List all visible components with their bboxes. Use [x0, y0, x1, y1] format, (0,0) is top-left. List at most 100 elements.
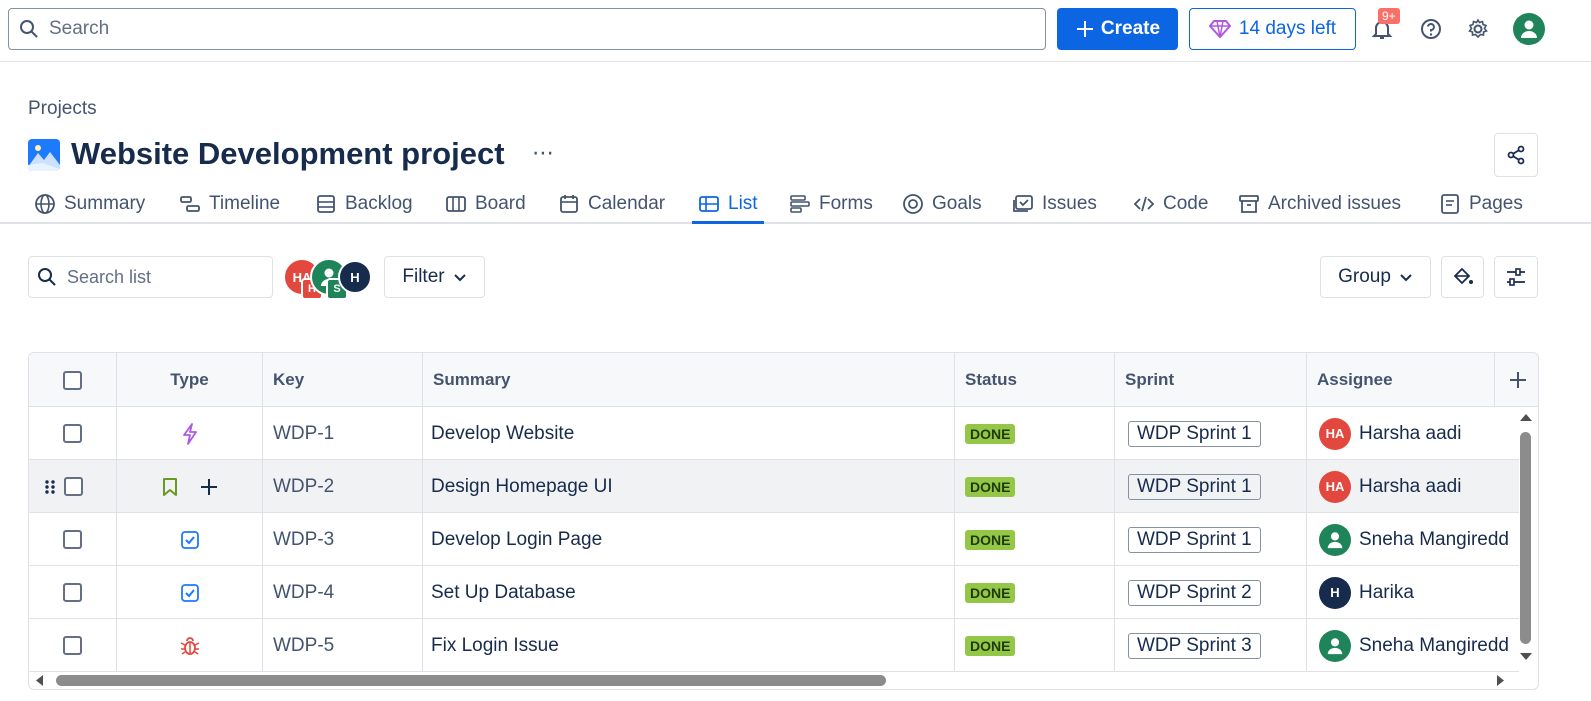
row-checkbox[interactable]: [63, 530, 82, 549]
forms-icon: [790, 195, 810, 213]
breadcrumb-projects[interactable]: Projects: [28, 98, 97, 120]
row-checkbox[interactable]: [63, 636, 82, 655]
summary-cell[interactable]: Set Up Database: [423, 566, 955, 619]
project-avatar: [28, 139, 60, 171]
create-button[interactable]: Create: [1057, 8, 1178, 50]
key-cell[interactable]: WDP-3: [263, 513, 423, 566]
tab-list-label: List: [728, 193, 758, 214]
status-badge[interactable]: DONE: [965, 582, 1016, 603]
project-tabs: Summary Timeline Backlog Board Calendar …: [0, 186, 1591, 224]
sprint-cell: WDP Sprint 1: [1115, 407, 1307, 460]
tab-forms[interactable]: Forms: [789, 186, 873, 222]
column-header-status[interactable]: Status: [955, 353, 1115, 407]
tab-calendar[interactable]: Calendar: [558, 186, 665, 222]
tab-issues-label: Issues: [1042, 193, 1097, 214]
horizontal-scrollbar[interactable]: [28, 670, 1518, 690]
tab-issues[interactable]: Issues: [1012, 186, 1097, 222]
tab-goals[interactable]: Goals: [902, 186, 982, 222]
more-actions-button[interactable]: ⋯: [532, 140, 555, 166]
column-header-summary[interactable]: Summary: [423, 353, 955, 407]
column-header-assignee[interactable]: Assignee: [1307, 353, 1495, 407]
tab-timeline[interactable]: Timeline: [179, 186, 280, 222]
assignee-cell[interactable]: Sneha Mangiredd: [1307, 513, 1519, 566]
board-icon: [446, 196, 466, 212]
task-icon: [180, 583, 199, 602]
group-button[interactable]: Group: [1320, 256, 1431, 298]
status-badge[interactable]: DONE: [965, 529, 1016, 550]
view-settings-button[interactable]: [1494, 256, 1538, 298]
top-navigation: Create 14 days left 9+: [0, 0, 1591, 62]
table-row[interactable]: WDP-4 Set Up Database DONE WDP Sprint 2 …: [29, 566, 1519, 619]
column-header-key[interactable]: Key: [263, 353, 423, 407]
tab-code[interactable]: Code: [1133, 186, 1208, 222]
row-checkbox[interactable]: [63, 424, 82, 443]
settings-button[interactable]: [1462, 13, 1494, 45]
column-header-sprint[interactable]: Sprint: [1115, 353, 1307, 407]
sprint-tag[interactable]: WDP Sprint 2: [1128, 579, 1261, 606]
sprint-tag[interactable]: WDP Sprint 1: [1128, 473, 1261, 500]
status-cell: DONE: [955, 513, 1115, 566]
status-badge[interactable]: DONE: [965, 423, 1016, 444]
tab-list[interactable]: List: [692, 186, 764, 224]
assignee-cell[interactable]: Sneha Mangiredd: [1307, 619, 1519, 672]
filter-button[interactable]: Filter: [384, 256, 485, 298]
sprint-tag[interactable]: WDP Sprint 1: [1128, 526, 1261, 553]
global-search[interactable]: [8, 8, 1046, 50]
scroll-down-arrow-icon[interactable]: [1519, 652, 1533, 662]
add-column-button[interactable]: [1495, 353, 1538, 407]
column-status-label: Status: [965, 370, 1017, 389]
status-badge[interactable]: DONE: [965, 635, 1016, 656]
summary-cell[interactable]: Fix Login Issue: [423, 619, 955, 672]
add-child-icon[interactable]: [199, 477, 219, 497]
drag-handle-icon[interactable]: [44, 479, 56, 495]
help-button[interactable]: [1415, 13, 1447, 45]
table-row[interactable]: WDP-2 Design Homepage UI DONE WDP Sprint…: [29, 460, 1519, 513]
summary-cell[interactable]: Design Homepage UI: [423, 460, 955, 513]
column-header-type[interactable]: Type: [117, 353, 263, 407]
assignee-cell[interactable]: H Harika: [1307, 566, 1519, 619]
page-title: Website Development project: [71, 136, 505, 171]
list-search-input[interactable]: [67, 266, 257, 288]
summary-cell[interactable]: Develop Website: [423, 407, 955, 460]
global-search-input[interactable]: [49, 18, 949, 40]
table-row[interactable]: WDP-5 Fix Login Issue DONE WDP Sprint 3 …: [29, 619, 1519, 672]
trial-button[interactable]: 14 days left: [1189, 8, 1356, 50]
key-cell[interactable]: WDP-5: [263, 619, 423, 672]
key-cell[interactable]: WDP-1: [263, 407, 423, 460]
tab-pages[interactable]: Pages: [1439, 186, 1523, 222]
select-cell: [29, 513, 117, 566]
tab-summary-label: Summary: [64, 193, 146, 214]
assignee-cell[interactable]: HA Harsha aadi: [1307, 407, 1519, 460]
table-row[interactable]: WDP-1 Develop Website DONE WDP Sprint 1 …: [29, 407, 1519, 460]
table-row[interactable]: WDP-3 Develop Login Page DONE WDP Sprint…: [29, 513, 1519, 566]
share-button[interactable]: [1494, 133, 1538, 177]
profile-avatar[interactable]: [1513, 13, 1545, 45]
scroll-right-arrow-icon[interactable]: [1496, 674, 1506, 687]
row-checkbox[interactable]: [63, 583, 82, 602]
avatar: [1319, 523, 1351, 556]
avatar-filter-harika[interactable]: H: [338, 260, 372, 294]
status-badge[interactable]: DONE: [965, 476, 1016, 497]
row-checkbox[interactable]: [64, 477, 83, 496]
sprint-tag[interactable]: WDP Sprint 3: [1128, 632, 1261, 659]
scroll-left-arrow-icon[interactable]: [34, 674, 44, 687]
key-cell[interactable]: WDP-2: [263, 460, 423, 513]
sprint-tag[interactable]: WDP Sprint 1: [1128, 420, 1261, 447]
color-fill-button[interactable]: [1441, 256, 1484, 298]
tab-board[interactable]: Board: [445, 186, 526, 222]
key-cell[interactable]: WDP-4: [263, 566, 423, 619]
tab-archived-issues-label: Archived issues: [1268, 193, 1402, 214]
group-label: Group: [1338, 266, 1391, 287]
tab-archived-issues[interactable]: Archived issues: [1238, 186, 1401, 222]
assignee-cell[interactable]: HA Harsha aadi: [1307, 460, 1519, 513]
scroll-up-arrow-icon[interactable]: [1519, 412, 1533, 422]
select-cell: [29, 619, 117, 672]
tab-backlog[interactable]: Backlog: [315, 186, 413, 222]
vertical-scrollbar[interactable]: [1517, 408, 1537, 666]
tab-summary[interactable]: Summary: [34, 186, 145, 222]
list-search[interactable]: [28, 256, 273, 298]
horizontal-scroll-thumb[interactable]: [56, 675, 886, 686]
summary-cell[interactable]: Develop Login Page: [423, 513, 955, 566]
select-all-checkbox[interactable]: [63, 370, 82, 390]
vertical-scroll-thumb[interactable]: [1520, 432, 1531, 644]
